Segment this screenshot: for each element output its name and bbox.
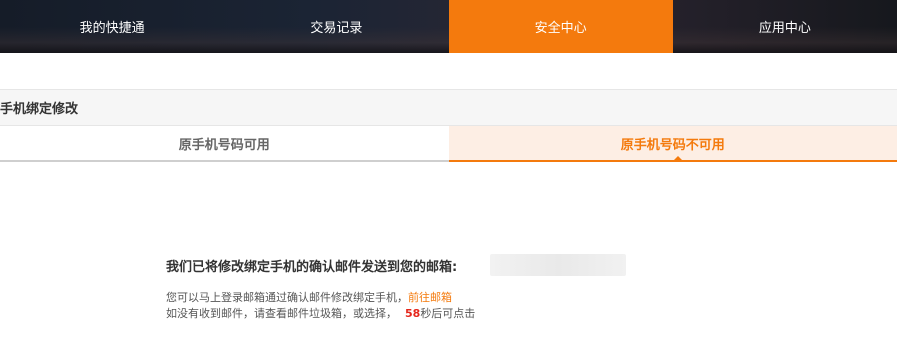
tab-original-phone-unavailable[interactable]: 原手机号码不可用 <box>448 126 897 162</box>
info-text: 您可以马上登录邮箱通过确认邮件修改绑定手机， <box>166 291 408 304</box>
info-line-login-email: 您可以马上登录邮箱通过确认邮件修改绑定手机，前往邮箱 <box>166 289 452 305</box>
redacted-email-address <box>490 254 626 276</box>
nav-item-my-kjt[interactable]: 我的快捷通 <box>0 0 224 53</box>
nav-item-transactions[interactable]: 交易记录 <box>224 0 448 53</box>
nav-item-label: 应用中心 <box>758 21 811 36</box>
nav-item-app-center[interactable]: 应用中心 <box>673 0 897 53</box>
nav-item-security-center[interactable]: 安全中心 <box>448 0 673 53</box>
resend-countdown-number: 58 <box>405 307 421 320</box>
phone-change-tabs: 原手机号码可用 原手机号码不可用 <box>0 126 897 162</box>
nav-item-label: 交易记录 <box>310 21 363 36</box>
confirmation-message-title: 我们已将修改绑定手机的确认邮件发送到您的邮箱: <box>166 260 458 275</box>
section-title: 手机绑定修改 <box>0 102 79 117</box>
tab-label: 原手机号码不可用 <box>620 137 725 153</box>
tab-label: 原手机号码可用 <box>178 137 270 153</box>
section-header: 手机绑定修改 <box>0 89 897 126</box>
active-tab-pointer-icon <box>672 156 683 161</box>
tab-original-phone-available[interactable]: 原手机号码可用 <box>0 126 449 162</box>
top-nav: 我的快捷通 交易记录 安全中心 应用中心 <box>0 0 897 53</box>
nav-item-label: 安全中心 <box>534 21 587 36</box>
countdown-suffix: 秒后可点击 <box>420 307 476 320</box>
info-line-resend: 如没有收到邮件，请查看邮件垃圾箱，或选择， 58秒后可点击 <box>166 305 475 321</box>
nav-item-label: 我的快捷通 <box>79 21 145 36</box>
go-to-mailbox-link[interactable]: 前往邮箱 <box>408 291 452 304</box>
info-text: 如没有收到邮件，请查看邮件垃圾箱，或选择， <box>166 307 397 320</box>
